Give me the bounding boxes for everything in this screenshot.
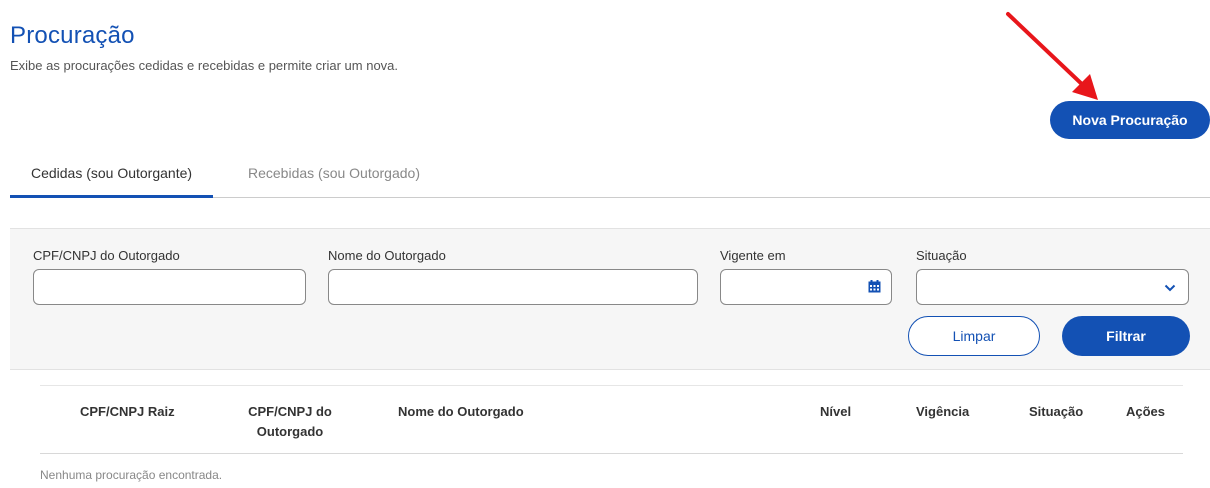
new-procuracao-button[interactable]: Nova Procuração xyxy=(1050,101,1210,139)
col-acoes[interactable]: Ações xyxy=(1126,402,1165,422)
calendar-icon[interactable] xyxy=(868,280,881,293)
nome-outorgado-label: Nome do Outorgado xyxy=(328,248,446,263)
col-cpf-cnpj-outorgado-line2: Outorgado xyxy=(256,424,324,439)
tab-recebidas[interactable]: Recebidas (sou Outorgado) xyxy=(248,165,420,181)
col-cpf-cnpj-outorgado[interactable]: CPF/CNPJ do Outorgado xyxy=(245,402,335,442)
page-subtitle: Exibe as procurações cedidas e recebidas… xyxy=(10,58,399,73)
col-vigencia[interactable]: Vigência xyxy=(916,402,969,422)
table-header-row: CPF/CNPJ Raiz CPF/CNPJ do Outorgado Nome… xyxy=(40,385,1183,454)
col-nivel[interactable]: Nível xyxy=(820,402,851,422)
vigente-em-label: Vigente em xyxy=(720,248,786,263)
cpf-cnpj-label: CPF/CNPJ do Outorgado xyxy=(33,248,180,263)
red-arrow-annotation xyxy=(1006,12,1098,100)
col-nome-outorgado[interactable]: Nome do Outorgado xyxy=(398,402,524,422)
nome-outorgado-input[interactable] xyxy=(328,269,698,305)
limpar-button[interactable]: Limpar xyxy=(908,316,1040,356)
col-situacao[interactable]: Situação xyxy=(1029,402,1083,422)
col-cpf-cnpj-outorgado-line1: CPF/CNPJ do xyxy=(248,404,332,419)
cpf-cnpj-input[interactable] xyxy=(33,269,306,305)
empty-message: Nenhuma procuração encontrada. xyxy=(40,468,223,482)
page-title: Procuração xyxy=(10,22,135,49)
tab-cedidas[interactable]: Cedidas (sou Outorgante) xyxy=(10,165,213,198)
col-cpf-cnpj-raiz[interactable]: CPF/CNPJ Raiz xyxy=(80,402,175,422)
filtrar-button[interactable]: Filtrar xyxy=(1062,316,1190,356)
situacao-select[interactable] xyxy=(916,269,1189,305)
vigente-em-input[interactable] xyxy=(720,269,892,305)
chevron-down-icon[interactable] xyxy=(1164,283,1176,293)
tab-bar: Cedidas (sou Outorgante) Recebidas (sou … xyxy=(10,150,1210,198)
situacao-label: Situação xyxy=(916,248,967,263)
